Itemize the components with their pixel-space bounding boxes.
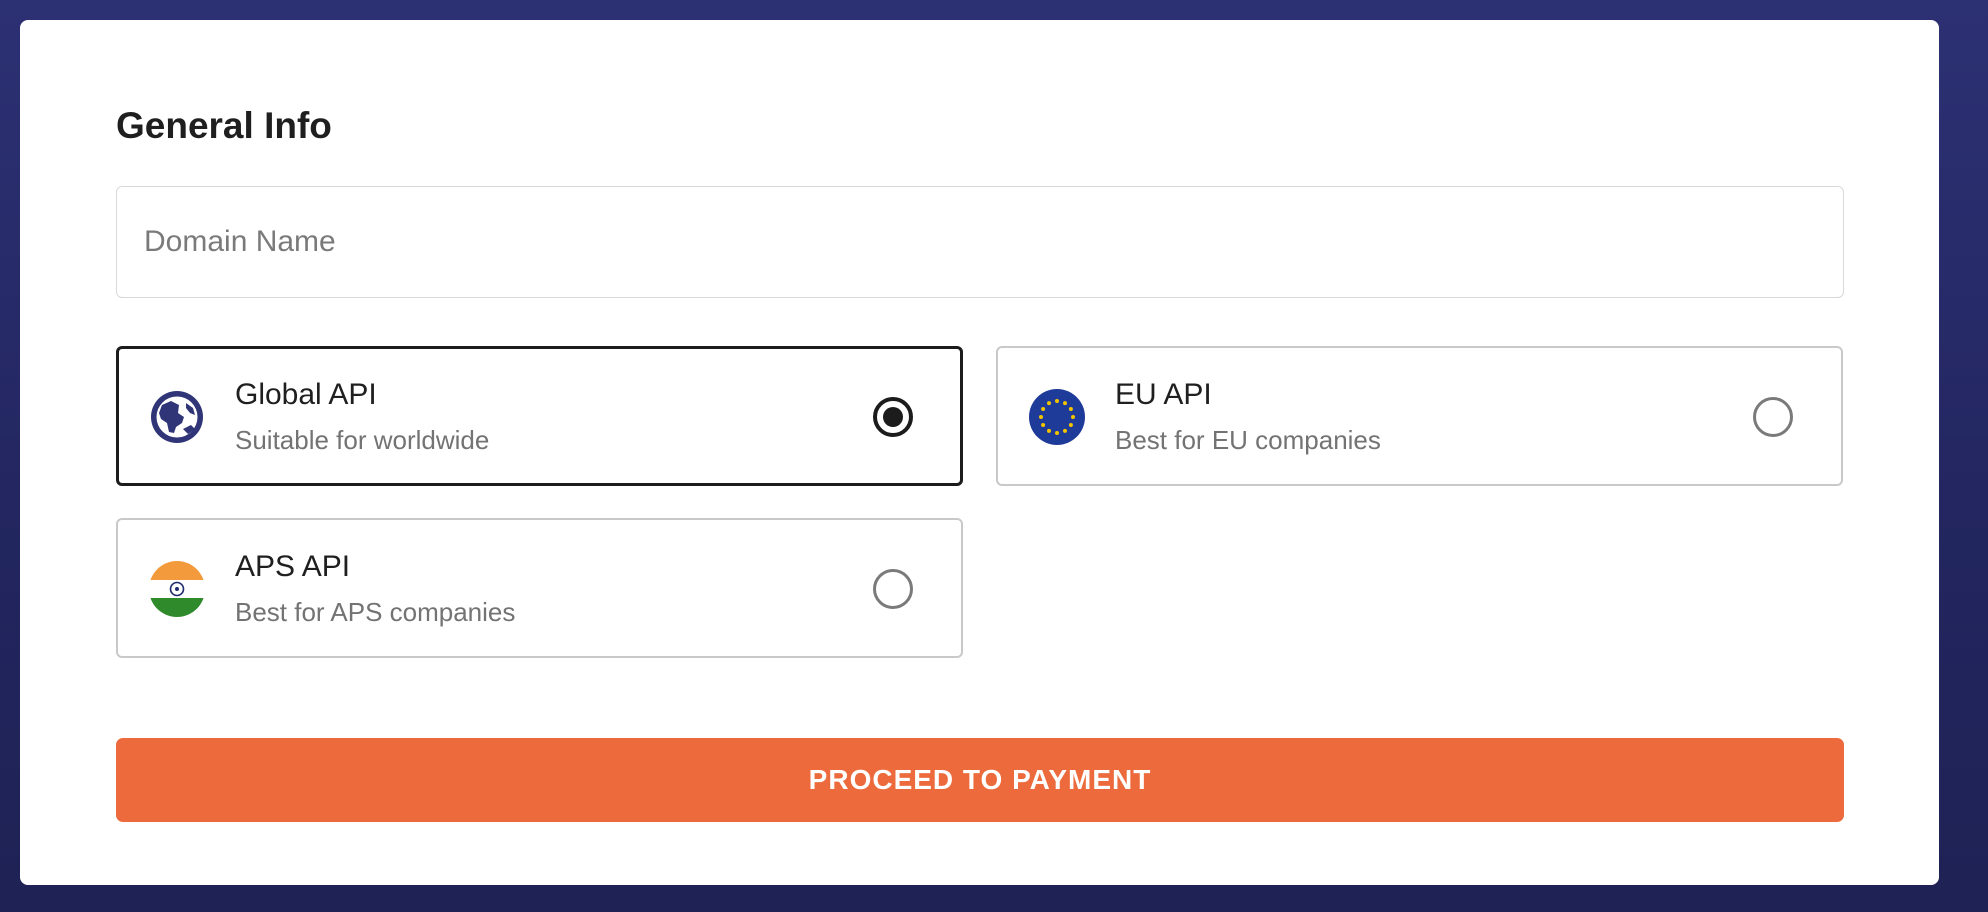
- radio-button[interactable]: [873, 569, 913, 609]
- option-title: APS API: [235, 550, 351, 583]
- option-subtitle: Suitable for worldwide: [235, 425, 490, 455]
- india-flag-icon: [149, 561, 205, 617]
- page-title: General Info: [116, 105, 332, 146]
- option-title: Global API: [235, 378, 377, 411]
- domain-name-input[interactable]: [116, 186, 1844, 298]
- eu-flag-icon: [1029, 389, 1085, 445]
- api-option-global[interactable]: Global API Suitable for worldwide: [116, 346, 963, 486]
- radio-dot: [883, 407, 903, 427]
- general-info-card: General Info Global API Suitable for wor…: [20, 20, 1939, 885]
- option-subtitle: Best for APS companies: [235, 597, 516, 627]
- api-option-aps[interactable]: APS API Best for APS companies: [116, 518, 963, 658]
- radio-button[interactable]: [873, 397, 913, 437]
- option-subtitle: Best for EU companies: [1115, 425, 1381, 455]
- globe-icon: [151, 391, 203, 443]
- option-title: EU API: [1115, 378, 1212, 411]
- api-option-eu[interactable]: EU API Best for EU companies: [996, 346, 1843, 486]
- radio-button[interactable]: [1753, 397, 1793, 437]
- proceed-to-payment-button[interactable]: PROCEED TO PAYMENT: [116, 738, 1844, 822]
